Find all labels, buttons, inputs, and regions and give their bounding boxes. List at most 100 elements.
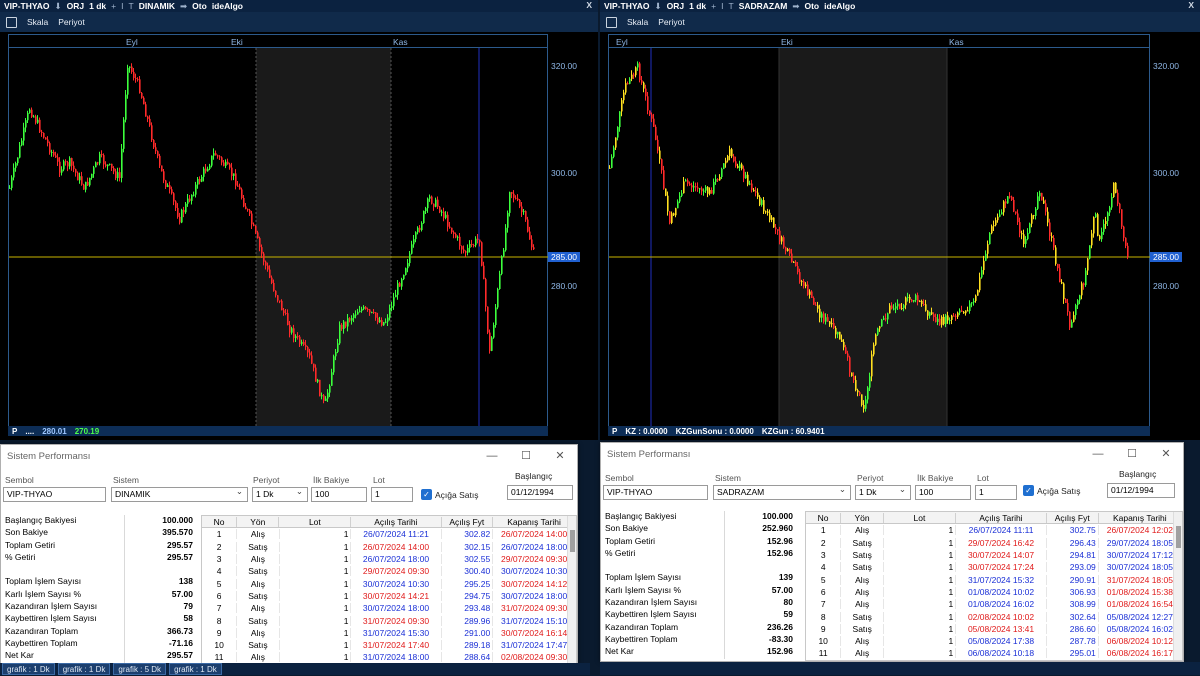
- candle-body: [259, 238, 261, 248]
- price-type[interactable]: ORJ: [667, 1, 684, 11]
- system-label[interactable]: SADRAZAM: [739, 1, 788, 11]
- close-icon[interactable]: ✕: [1149, 443, 1183, 465]
- table-row[interactable]: 3 Alış 1 26/07/2024 18:00 302.55 29/07/2024 0…: [202, 553, 576, 565]
- candle-body: [169, 185, 171, 190]
- table-row[interactable]: 6 Satış 1 30/07/2024 14:21 294.75 30/07/2024 …: [202, 590, 576, 602]
- table-row[interactable]: 4 Satış 1 29/07/2024 09:30 300.40 30/07/2024 …: [202, 565, 576, 577]
- short-sell-checkbox[interactable]: ✓: [421, 489, 432, 500]
- minimize-icon[interactable]: —: [475, 445, 509, 467]
- table-row[interactable]: 1 Alış 1 26/07/2024 11:21 302.82 26/07/2024 1…: [202, 528, 576, 540]
- column-header[interactable]: Kapanış Tarihi: [493, 516, 576, 527]
- table-row[interactable]: 10 Alış 1 05/08/2024 17:38 287.78 06/08/2024 …: [806, 635, 1182, 647]
- period-label[interactable]: 1 dk: [89, 1, 106, 11]
- column-header[interactable]: Açılış Tarihi: [351, 516, 442, 527]
- table-row[interactable]: 7 Alış 1 30/07/2024 18:00 293.48 31/07/2024 0…: [202, 602, 576, 614]
- t-icon[interactable]: T: [728, 1, 733, 11]
- system-select[interactable]: DINAMIK: [111, 485, 248, 502]
- column-header[interactable]: Açılış Fyt: [442, 516, 494, 527]
- table-row[interactable]: 9 Alış 1 31/07/2024 15:30 291.00 30/07/2024 1…: [202, 627, 576, 639]
- arrow-right-icon[interactable]: ➡: [180, 1, 187, 12]
- tab-grafik[interactable]: grafik : 1 Dk: [57, 663, 111, 675]
- column-header[interactable]: Açılış Tarihi: [956, 512, 1047, 523]
- column-header[interactable]: Lot: [279, 516, 352, 527]
- column-header[interactable]: Yön: [237, 516, 280, 527]
- add-icon[interactable]: +: [711, 1, 716, 11]
- idealgo-label[interactable]: ideAlgo: [212, 1, 243, 11]
- arrow-right-icon[interactable]: ➡: [792, 1, 799, 12]
- lot-input[interactable]: 1: [371, 487, 413, 502]
- short-sell-checkbox[interactable]: ✓: [1023, 485, 1034, 496]
- table-row[interactable]: 10 Satış 1 31/07/2024 17:40 289.18 31/07/2024…: [202, 639, 576, 651]
- table-row[interactable]: 3 Satış 1 30/07/2024 14:07 294.81 30/07/2024 …: [806, 549, 1182, 561]
- save-icon[interactable]: [6, 16, 17, 28]
- column-header[interactable]: No: [202, 516, 238, 527]
- symbol-input[interactable]: VIP-THYAO: [3, 487, 106, 502]
- column-header[interactable]: No: [806, 512, 842, 523]
- column-header[interactable]: Yön: [841, 512, 884, 523]
- close-icon[interactable]: X: [1188, 0, 1194, 10]
- tab-grafik[interactable]: grafik : 1 Dk: [169, 663, 222, 675]
- menu-scale[interactable]: Skala: [27, 17, 48, 27]
- add-icon[interactable]: +: [111, 1, 116, 11]
- t-icon[interactable]: T: [128, 1, 133, 11]
- scrollbar[interactable]: [567, 516, 576, 664]
- period-label[interactable]: 1 dk: [689, 1, 706, 11]
- price-plot[interactable]: [8, 48, 549, 428]
- close-icon[interactable]: X: [586, 0, 592, 10]
- column-header[interactable]: Kapanış Tarihi: [1099, 512, 1182, 523]
- idealgo-label[interactable]: ideAlgo: [824, 1, 855, 11]
- price-plot[interactable]: [608, 48, 1151, 428]
- table-row[interactable]: 9 Satış 1 05/08/2024 13:41 286.60 05/08/2024 …: [806, 623, 1182, 635]
- candle-body: [281, 300, 283, 311]
- candle-body: [475, 238, 477, 246]
- save-icon[interactable]: [606, 16, 617, 28]
- trades-grid[interactable]: No Yön Lot Açılış Tarihi Açılış Fyt Kapanış T…: [201, 515, 577, 665]
- menu-period[interactable]: Periyot: [58, 17, 84, 27]
- table-row[interactable]: 2 Satış 1 26/07/2024 14:00 302.15 26/07/2024 …: [202, 541, 576, 553]
- candle-body: [849, 357, 851, 373]
- candle-body: [265, 261, 267, 266]
- table-row[interactable]: 4 Satış 1 30/07/2024 17:24 293.09 30/07/2024 …: [806, 561, 1182, 573]
- download-icon[interactable]: ⬇: [55, 1, 62, 12]
- column-header[interactable]: Açılış Fyt: [1047, 512, 1099, 523]
- table-row[interactable]: 8 Satış 1 31/07/2024 09:30 289.96 31/07/2024 …: [202, 614, 576, 626]
- table-row[interactable]: 8 Satış 1 02/08/2024 10:02 302.64 05/08/2024 …: [806, 610, 1182, 622]
- price-type[interactable]: ORJ: [67, 1, 84, 11]
- balance-input[interactable]: 100: [311, 487, 367, 502]
- balance-input[interactable]: 100: [915, 485, 971, 500]
- table-row[interactable]: 6 Alış 1 01/08/2024 10:02 306.93 01/08/2024 1…: [806, 586, 1182, 598]
- menu-scale[interactable]: Skala: [627, 17, 648, 27]
- download-icon[interactable]: ⬇: [655, 1, 662, 12]
- symbol-input[interactable]: VIP-THYAO: [603, 485, 708, 500]
- scrollbar[interactable]: [1173, 512, 1182, 660]
- lot-input[interactable]: 1: [975, 485, 1017, 500]
- symbol-label[interactable]: VIP-THYAO: [604, 1, 650, 11]
- start-date-input[interactable]: 01/12/1994: [1107, 483, 1175, 498]
- table-row[interactable]: 2 Satış 1 29/07/2024 16:42 296.43 29/07/2024 …: [806, 537, 1182, 549]
- trades-grid[interactable]: No Yön Lot Açılış Tarihi Açılış Fyt Kapanış T…: [805, 511, 1183, 661]
- table-row[interactable]: 7 Alış 1 01/08/2024 16:02 308.99 01/08/2024 1…: [806, 598, 1182, 610]
- table-row[interactable]: 1 Alış 1 26/07/2024 11:11 302.75 26/07/2024 1…: [806, 524, 1182, 536]
- minimize-icon[interactable]: —: [1081, 443, 1115, 465]
- auto-label[interactable]: Oto: [804, 1, 819, 11]
- stats-value: 57.00: [171, 588, 193, 599]
- start-date-input[interactable]: 01/12/1994: [507, 485, 573, 500]
- table-row[interactable]: 11 Alış 1 31/07/2024 18:00 288.64 02/08/2024 …: [202, 651, 576, 663]
- table-row[interactable]: 11 Alış 1 06/08/2024 10:18 295.01 06/08/2024 …: [806, 647, 1182, 659]
- tab-grafik[interactable]: grafik : 5 Dk: [113, 663, 167, 675]
- candle-body: [11, 177, 13, 188]
- period-select[interactable]: 1 Dk: [855, 483, 911, 500]
- maximize-icon[interactable]: ☐: [509, 445, 543, 467]
- table-row[interactable]: 5 Alış 1 30/07/2024 10:30 295.25 30/07/2024 1…: [202, 577, 576, 589]
- column-header[interactable]: Lot: [884, 512, 957, 523]
- menu-period[interactable]: Periyot: [658, 17, 684, 27]
- table-row[interactable]: 5 Alış 1 31/07/2024 15:32 290.91 31/07/2024 1…: [806, 573, 1182, 585]
- tab-grafik[interactable]: grafik : 1 Dk: [2, 663, 55, 675]
- maximize-icon[interactable]: ☐: [1115, 443, 1149, 465]
- system-select[interactable]: SADRAZAM: [713, 483, 851, 500]
- system-label[interactable]: DINAMIK: [139, 1, 175, 11]
- symbol-label[interactable]: VIP-THYAO: [4, 1, 50, 11]
- period-select[interactable]: 1 Dk: [252, 485, 308, 502]
- close-icon[interactable]: ✕: [543, 445, 577, 467]
- auto-label[interactable]: Oto: [192, 1, 207, 11]
